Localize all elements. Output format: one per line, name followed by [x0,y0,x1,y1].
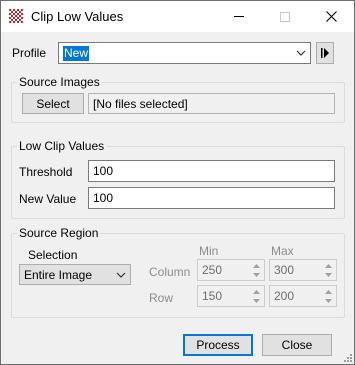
row-max-spinner[interactable]: 200 [269,285,337,307]
resize-grip-icon[interactable] [342,352,352,362]
row-max-value: 200 [274,289,295,303]
selected-files-text: [No files selected] [93,97,188,111]
row-min-value: 150 [202,289,223,303]
process-label: Process [196,338,240,352]
window-title: Clip Low Values [31,9,124,24]
play-bar-icon [321,48,329,58]
column-label: Column [149,265,191,279]
spin-up-icon[interactable] [249,261,263,270]
spin-down-icon[interactable] [249,296,263,305]
source-region-title: Source Region [17,226,101,240]
column-max-spinner[interactable]: 300 [269,259,337,281]
profile-combobox[interactable]: New [58,42,311,64]
spin-down-icon[interactable] [321,296,335,305]
dialog-window: Clip Low Values Profile New Source Image… [0,0,355,365]
spin-up-icon[interactable] [321,287,335,296]
selection-value: Entire Image [24,268,93,282]
min-header: Min [199,244,219,258]
chevron-down-icon [116,272,126,278]
maximize-icon [280,11,290,22]
column-min-value: 250 [202,263,223,277]
low-clip-values-title: Low Clip Values [17,139,107,153]
column-max-arrows [321,261,335,279]
column-min-spinner[interactable]: 250 [197,259,265,281]
close-window-button[interactable] [308,1,354,32]
row-max-arrows [321,287,335,305]
minimize-button[interactable] [216,1,262,32]
new-value-input[interactable]: 100 [88,187,335,209]
grid-app-icon [9,9,23,23]
row-min-arrows [249,287,263,305]
profile-label: Profile [12,46,47,60]
row-label: Row [149,291,174,305]
maximize-button [262,1,308,32]
chevron-down-icon [296,50,306,56]
spin-up-icon[interactable] [321,261,335,270]
select-files-button[interactable]: Select [22,93,84,114]
title-bar[interactable]: Clip Low Values [1,1,354,32]
minimize-icon [234,16,244,17]
process-button[interactable]: Process [183,334,253,356]
column-max-value: 300 [274,263,295,277]
close-icon [325,11,337,22]
threshold-label: Threshold [19,165,73,179]
spin-down-icon[interactable] [321,270,335,279]
column-min-arrows [249,261,263,279]
threshold-input[interactable]: 100 [88,160,335,182]
new-value-label: New Value [19,192,77,206]
threshold-value: 100 [93,164,114,178]
spin-down-icon[interactable] [249,270,263,279]
selected-files-field: [No files selected] [88,93,335,114]
profile-value[interactable]: New [63,46,90,61]
spin-up-icon[interactable] [249,287,263,296]
row-min-spinner[interactable]: 150 [197,285,265,307]
selection-dropdown[interactable]: Entire Image [19,264,131,285]
selection-label: Selection [28,248,78,262]
profile-menu-button[interactable] [316,42,334,64]
select-files-label: Select [36,96,70,111]
new-value-value: 100 [93,191,114,205]
close-label: Close [281,338,313,352]
source-images-title: Source Images [17,75,102,89]
max-header: Max [271,244,294,258]
close-button[interactable]: Close [262,334,332,356]
